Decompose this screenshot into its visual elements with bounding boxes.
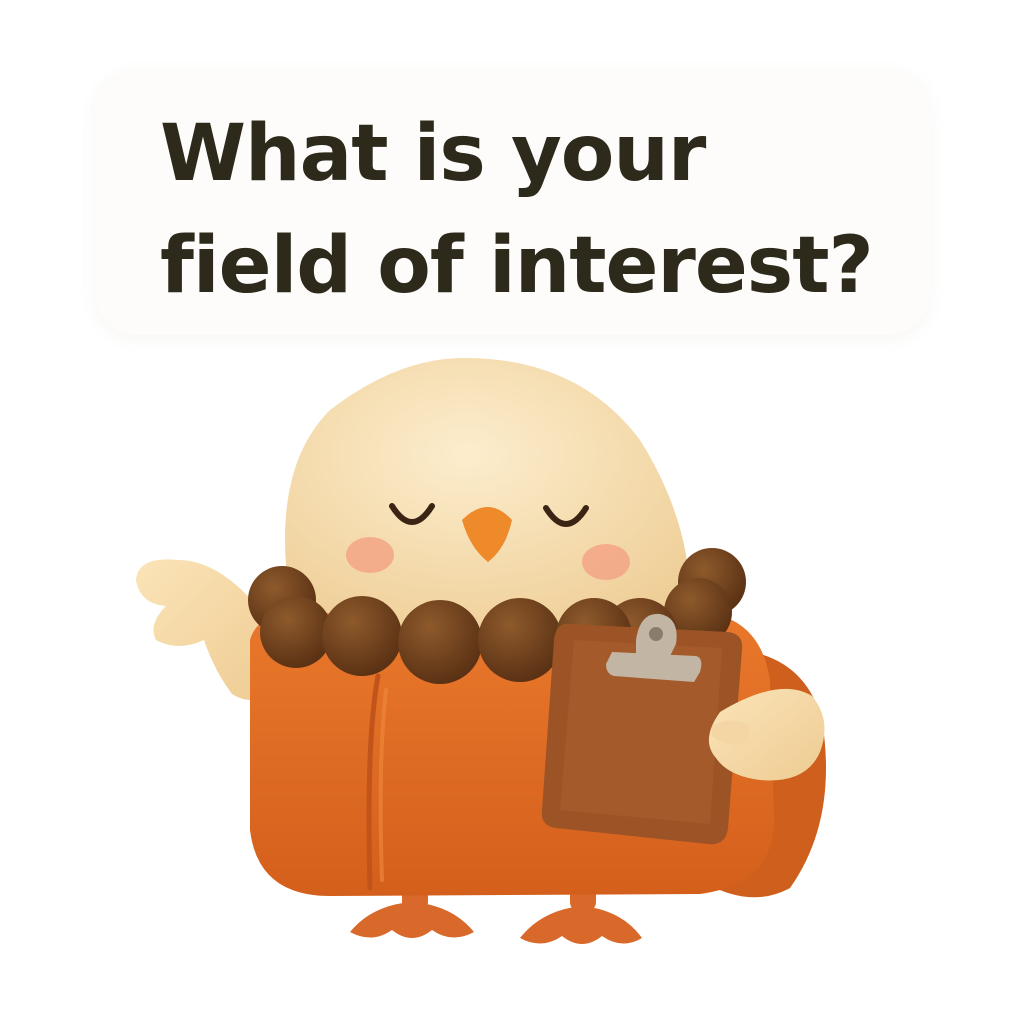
mascot-illustration: [136, 357, 826, 944]
left-cheek: [346, 537, 394, 573]
screen: What is your field of interest?: [0, 0, 1024, 1024]
head: [285, 357, 690, 632]
right-cheek: [582, 544, 630, 580]
